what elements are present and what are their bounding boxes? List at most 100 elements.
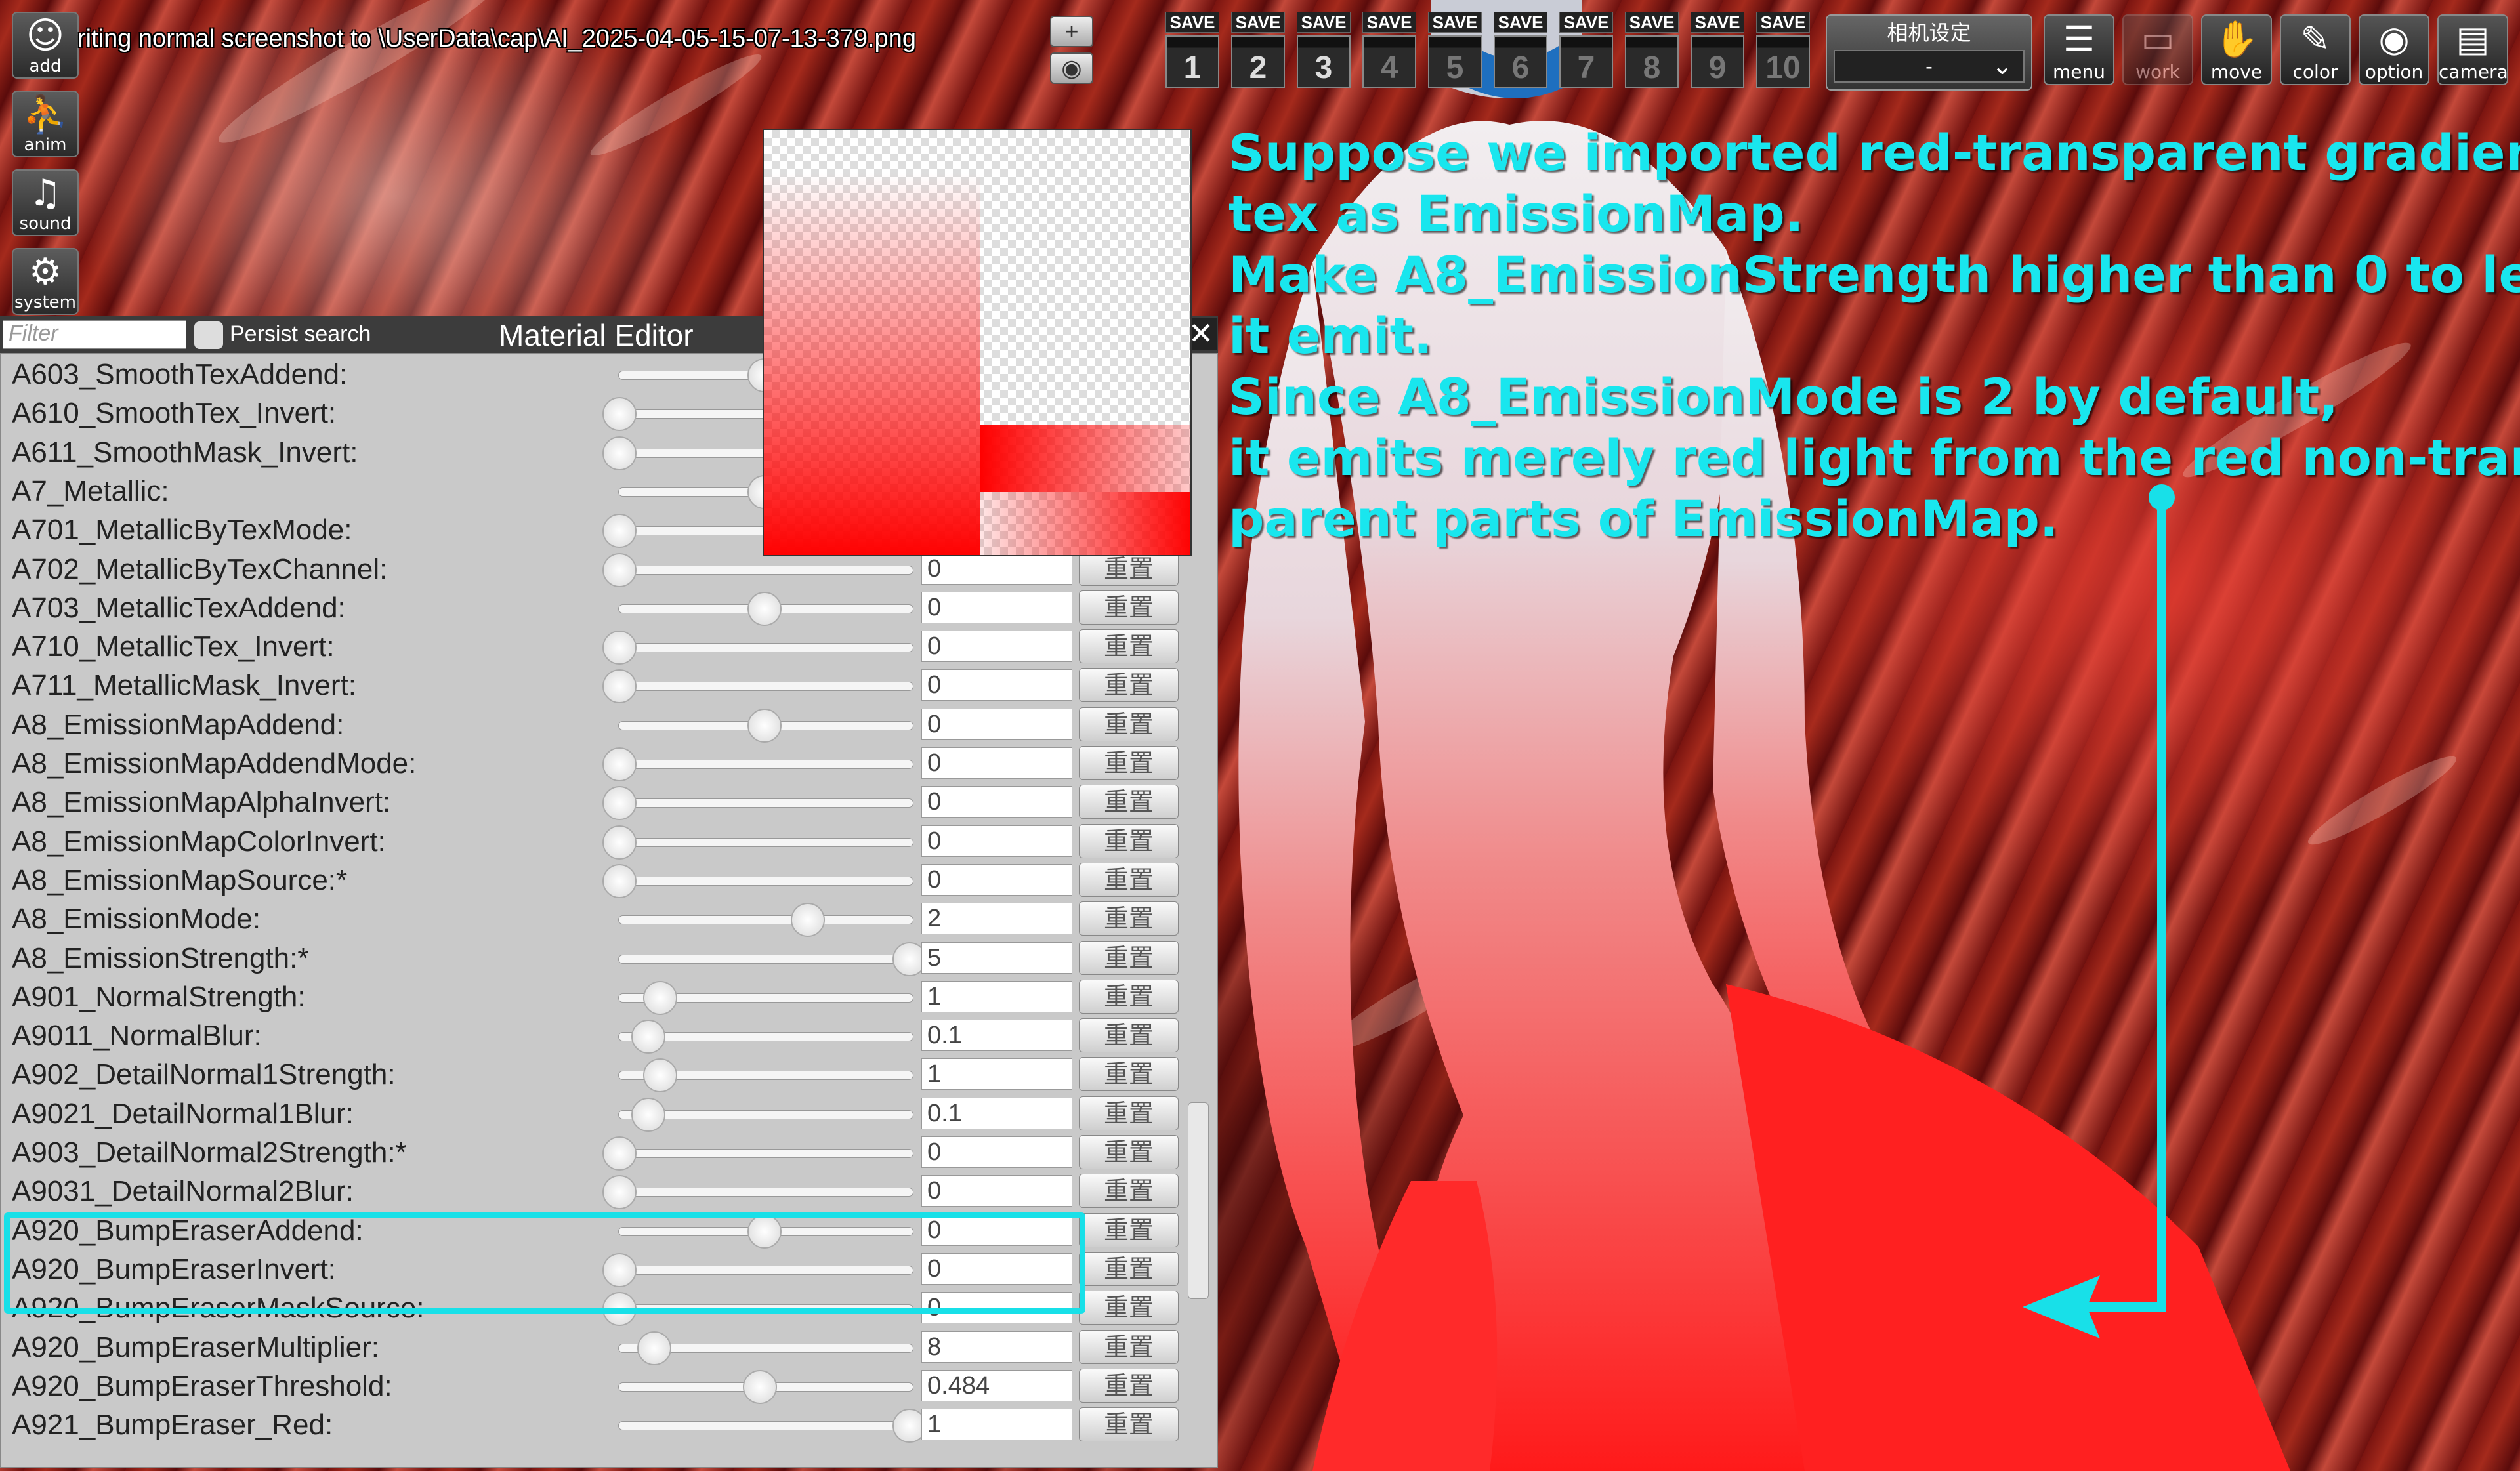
property-slider[interactable] [618, 837, 914, 847]
sound-tool-button[interactable]: ♫ sound [12, 169, 79, 236]
reset-button[interactable]: 重置 [1079, 1096, 1179, 1130]
property-value-input[interactable]: 0.1 [921, 1020, 1072, 1052]
property-slider[interactable] [618, 915, 914, 925]
system-tool-button[interactable]: ⚙ system [12, 248, 79, 315]
add-tool-button[interactable]: ☺ add [12, 12, 79, 79]
slider-knob[interactable] [602, 747, 637, 781]
property-value-input[interactable]: 0 [921, 1175, 1072, 1207]
slider-knob[interactable] [631, 1020, 666, 1054]
reset-button[interactable]: 重置 [1079, 1329, 1179, 1364]
slider-knob[interactable] [642, 980, 677, 1015]
save-slot-10[interactable]: SAVE 10 [1756, 12, 1810, 89]
save-slot-5[interactable]: SAVE 5 [1428, 12, 1482, 89]
property-value-input[interactable]: 1 [921, 1058, 1072, 1090]
reset-button[interactable]: 重置 [1079, 629, 1179, 664]
property-slider[interactable] [618, 1421, 914, 1431]
property-value-input[interactable]: 0 [921, 825, 1072, 857]
reset-button[interactable]: 重置 [1079, 1251, 1179, 1286]
save-slot-7[interactable]: SAVE 7 [1559, 12, 1613, 89]
reset-button[interactable]: 重置 [1079, 1212, 1179, 1247]
reset-button[interactable]: 重置 [1079, 1291, 1179, 1325]
camera-settings-dropdown[interactable]: 相机设定 - ⌄ [1826, 14, 2032, 91]
save-slot-4[interactable]: SAVE 4 [1362, 12, 1416, 89]
property-value-input[interactable]: 0 [921, 669, 1072, 701]
property-slider[interactable] [618, 760, 914, 769]
reset-button[interactable]: 重置 [1079, 1135, 1179, 1169]
slider-knob[interactable] [747, 591, 782, 626]
save-slot-9[interactable]: SAVE 9 [1690, 12, 1744, 89]
save-slot-8[interactable]: SAVE 8 [1625, 12, 1679, 89]
slider-knob[interactable] [602, 397, 637, 432]
property-slider[interactable] [618, 876, 914, 886]
reset-button[interactable]: 重置 [1079, 746, 1179, 780]
slider-knob[interactable] [602, 863, 637, 898]
slider-knob[interactable] [602, 669, 637, 704]
property-slider[interactable] [618, 565, 914, 575]
reset-button[interactable]: 重置 [1079, 668, 1179, 703]
property-slider[interactable] [618, 954, 914, 964]
property-value-input[interactable]: 0 [921, 552, 1072, 585]
slider-knob[interactable] [602, 436, 637, 470]
reset-button[interactable]: 重置 [1079, 940, 1179, 975]
menu-button[interactable]: ☰ menu [2044, 14, 2114, 85]
slider-knob[interactable] [631, 1097, 666, 1132]
property-value-input[interactable]: 5 [921, 942, 1072, 974]
reset-button[interactable]: 重置 [1079, 590, 1179, 625]
property-slider[interactable] [618, 798, 914, 808]
property-value-input[interactable]: 0 [921, 1136, 1072, 1168]
slider-knob[interactable] [791, 903, 826, 938]
reset-button[interactable]: 重置 [1079, 551, 1179, 586]
property-value-input[interactable]: 1 [921, 980, 1072, 1012]
scrollbar-thumb[interactable] [1188, 1102, 1209, 1299]
save-slot-3[interactable]: SAVE 3 [1297, 12, 1351, 89]
reset-button[interactable]: 重置 [1079, 707, 1179, 741]
reset-button[interactable]: 重置 [1079, 823, 1179, 858]
reset-button[interactable]: 重置 [1079, 785, 1179, 819]
property-value-input[interactable]: 2 [921, 903, 1072, 935]
move-button[interactable]: ✋ move [2201, 14, 2272, 85]
filter-input[interactable]: Filter [3, 320, 186, 349]
slider-knob[interactable] [637, 1331, 672, 1365]
slider-knob[interactable] [642, 1058, 677, 1093]
slider-knob[interactable] [602, 825, 637, 860]
camera-settings-value[interactable]: - ⌄ [1834, 50, 2025, 83]
save-slot-6[interactable]: SAVE 6 [1494, 12, 1547, 89]
property-value-input[interactable]: 0 [921, 591, 1072, 623]
property-value-input[interactable]: 0.484 [921, 1369, 1072, 1401]
slider-knob[interactable] [602, 514, 637, 549]
color-button[interactable]: ✎ color [2280, 14, 2351, 85]
property-value-input[interactable]: 1 [921, 1409, 1072, 1441]
save-slot-1[interactable]: SAVE 1 [1166, 12, 1219, 89]
slider-knob[interactable] [742, 1369, 777, 1404]
reset-button[interactable]: 重置 [1079, 979, 1179, 1014]
property-slider[interactable] [618, 1149, 914, 1158]
slider-knob[interactable] [602, 552, 637, 587]
work-button[interactable]: ▭ work [2122, 14, 2193, 85]
property-slider[interactable] [618, 643, 914, 653]
property-slider[interactable] [618, 1188, 914, 1197]
slider-knob[interactable] [602, 1136, 637, 1171]
plus-button[interactable]: + [1050, 16, 1093, 47]
reset-button[interactable]: 重置 [1079, 862, 1179, 897]
slider-knob[interactable] [602, 631, 637, 665]
slider-knob[interactable] [602, 786, 637, 821]
slider-knob[interactable] [602, 1175, 637, 1210]
anim-tool-button[interactable]: ⛹ anim [12, 91, 79, 157]
reset-button[interactable]: 重置 [1079, 1368, 1179, 1403]
option-button[interactable]: ◉ option [2359, 14, 2429, 85]
property-value-input[interactable]: 0.1 [921, 1097, 1072, 1129]
reset-button[interactable]: 重置 [1079, 1057, 1179, 1092]
reset-button[interactable]: 重置 [1079, 901, 1179, 936]
property-value-input[interactable]: 0 [921, 747, 1072, 779]
property-value-input[interactable]: 0 [921, 631, 1072, 663]
reset-button[interactable]: 重置 [1079, 1174, 1179, 1209]
property-value-input[interactable]: 0 [921, 708, 1072, 740]
camera-button[interactable]: ▤ camera [2437, 14, 2508, 85]
reset-button[interactable]: 重置 [1079, 1407, 1179, 1442]
persist-search-checkbox[interactable] [194, 321, 223, 349]
property-value-input[interactable]: 8 [921, 1331, 1072, 1363]
eye-toggle-button[interactable]: ◉ [1050, 52, 1093, 84]
save-slot-2[interactable]: SAVE 2 [1231, 12, 1285, 89]
property-slider[interactable] [618, 682, 914, 692]
property-value-input[interactable]: 0 [921, 786, 1072, 818]
